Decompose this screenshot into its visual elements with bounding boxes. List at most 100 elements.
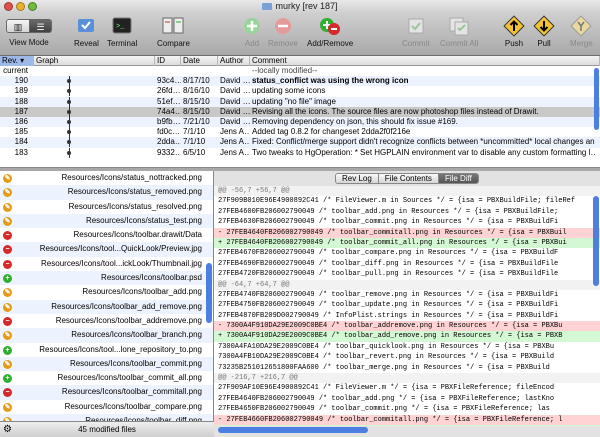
terminal-button[interactable]: >_ Terminal: [107, 15, 137, 48]
history-row[interactable]: 184 2dda… 7/1/10 Jens A… Fixed: Conflict/mer…: [0, 137, 600, 148]
modified-status-icon: ✎: [3, 302, 12, 312]
file-list-item[interactable]: ✎ Resources/Icons/status_test.png: [0, 213, 213, 229]
file-list-item[interactable]: ✎ Resources/Icons/toolbar_compare.png: [0, 400, 213, 414]
merge-button[interactable]: Merge: [570, 15, 593, 48]
history-rows: current --locally modified-- 190 93c4… 8/17/…: [0, 66, 600, 158]
file-path: Resources/Icons/toolbar_addremove.png: [55, 315, 202, 325]
history-row[interactable]: 183 9332… 6/5/10 Jens A… Two tweaks to HgOpe…: [0, 147, 600, 158]
history-rev: 183: [14, 147, 28, 157]
tab-file-contents[interactable]: File Contents: [377, 174, 438, 183]
compare-button[interactable]: Compare: [157, 15, 190, 48]
diff-scrollbar[interactable]: [593, 196, 599, 286]
tab-file-diff[interactable]: File Diff: [437, 174, 478, 183]
commit-all-button[interactable]: Commit All: [440, 15, 478, 48]
graph-line: [68, 127, 70, 138]
file-list-item[interactable]: ✎ Resources/Icons/toolbar_add_remove.png: [0, 299, 213, 314]
history-author: David …: [220, 116, 250, 126]
view-mode-segmented-control[interactable]: ▥ ☰: [6, 19, 52, 33]
columns-view-icon[interactable]: ▥: [7, 20, 29, 32]
pull-button[interactable]: Pull: [533, 15, 555, 48]
history-comment: Two tweaks to HgOperation: * Set HGPLAIN…: [252, 147, 595, 157]
file-list-item[interactable]: ✎ Resources/Icons/status_removed.png: [0, 185, 213, 200]
pull-icon: [533, 15, 555, 37]
history-row[interactable]: 185 fd0c… 7/1/10 Jens A… Added tag 0.8.2 for…: [0, 127, 600, 138]
zoom-window-button[interactable]: [28, 2, 37, 11]
file-list-item[interactable]: + Resources/Icons/tool...lone_repository_…: [0, 343, 213, 357]
diff-line: 27FEB4690FB206002790049 /* toolbar_diff.…: [214, 259, 600, 269]
push-button[interactable]: Push: [503, 15, 525, 48]
gear-icon[interactable]: ⚙: [3, 424, 12, 435]
history-col-rev[interactable]: Rev. ▾: [0, 56, 34, 66]
minimize-window-button[interactable]: [16, 2, 25, 11]
file-list-item[interactable]: − Resources/Icons/toolbar.drawit/Data: [0, 228, 213, 242]
close-window-button[interactable]: [4, 2, 13, 11]
diff-line-text: 27FEB4630FB206002790049 /* toolbar_commi…: [218, 218, 559, 227]
history-col-comment[interactable]: Comment: [250, 56, 600, 66]
history-row[interactable]: 187 74a4… 8/15/10 David … Revising all the i…: [0, 106, 600, 117]
file-list-item[interactable]: + Resources/Icons/toolbar.psd: [0, 271, 213, 286]
diff-line-text: @@ -56,7 +56,7 @@: [218, 187, 290, 195]
history-id: 93c4…: [157, 76, 181, 86]
file-list-item[interactable]: ✎ Resources/Icons/toolbar_commit.png: [0, 356, 213, 372]
diff-line: 27F909B010E96E4900892C41 /* FileViewer.m…: [214, 196, 600, 206]
file-list-item[interactable]: − Resources/Icons/tool...ickLook/Thumbnai…: [0, 257, 213, 271]
file-list-item[interactable]: − Resources/Icons/toolbar_commitall.png: [0, 385, 213, 400]
history-rev: 188: [14, 96, 28, 106]
file-list-item[interactable]: + Resources/Icons/toolbar_commit_all.png: [0, 371, 213, 385]
file-list-item[interactable]: − Resources/Icons/toolbar_addremove.png: [0, 314, 213, 328]
file-path: Resources/Icons/status_nottracked.png: [61, 173, 202, 182]
file-list-item[interactable]: ✎ Resources/Icons/toolbar_branch.png: [0, 328, 213, 343]
history-date: 7/21/10: [183, 116, 210, 126]
diff-line: 27FEB4750FB206002790049 /* toolbar_updat…: [214, 300, 600, 310]
files-footer: ⚙ 45 modified files: [0, 421, 214, 437]
history-col-id[interactable]: ID: [155, 56, 181, 66]
file-path: Resources/Icons/toolbar.psd: [101, 273, 202, 283]
modified-status-icon: ✎: [3, 402, 12, 412]
history-col-graph[interactable]: Graph: [34, 56, 155, 66]
file-list-item[interactable]: − Resources/Icons/tool...QuickLook/Previe…: [0, 242, 213, 257]
diff-line: 27FEB4870FB209D002790049 /* InfoPlist.st…: [214, 311, 600, 321]
reveal-label: Reveal: [74, 39, 99, 48]
history-date: 6/5/10: [183, 147, 206, 157]
diff-line: @@ -56,7 +56,7 @@: [214, 186, 600, 197]
history-col-date[interactable]: Date: [181, 56, 218, 66]
file-list-item[interactable]: ✎Resources/Icons/toolbar_diff.png: [0, 414, 213, 421]
diff-line-text: @@ -216,7 +216,7 @@: [218, 374, 298, 383]
title-bar: murky [rev 187]: [0, 0, 600, 13]
reveal-icon: [75, 15, 97, 37]
file-path: Resources/Icons/toolbar_commit.png: [69, 358, 202, 368]
history-row[interactable]: 188 51ef… 8/15/10 David … updating "no file"…: [0, 96, 600, 107]
diff-horizontal-scrollbar[interactable]: [218, 427, 368, 433]
reveal-button[interactable]: Reveal: [74, 15, 99, 48]
history-row[interactable]: 186 b9fb… 7/21/10 David … Removing dependenc…: [0, 116, 600, 128]
diff-line-text: 27F909B010E96E4900892C41 /* FileViewer.m…: [218, 197, 576, 206]
add-button[interactable]: Add: [241, 15, 263, 48]
diff-line-text: 7300A4FA10DA29E2009C0BE4 /* toolbar_quic…: [218, 342, 555, 351]
history-comment: --locally modified--: [252, 66, 318, 75]
add-label: Add: [244, 39, 260, 48]
svg-text:>_: >_: [116, 23, 125, 31]
diff-line: @@ -64,7 +64,7 @@: [214, 279, 600, 290]
remove-button[interactable]: Remove: [268, 15, 298, 48]
tab-rev-log[interactable]: Rev Log: [336, 174, 378, 183]
history-col-author[interactable]: Author: [218, 56, 250, 66]
file-list-item[interactable]: ✎ Resources/Icons/status_resolved.png: [0, 200, 213, 214]
add-remove-button[interactable]: Add/Remove: [307, 15, 353, 48]
file-list-item[interactable]: ✎ Resources/Icons/toolbar_add.png: [0, 285, 213, 299]
commit-button[interactable]: Commit: [402, 15, 430, 48]
list-view-icon[interactable]: ☰: [29, 20, 51, 32]
history-row[interactable]: 190 93c4… 8/17/10 David … status_conflict wa…: [0, 76, 600, 87]
diff-line-text: 27FEB4740FB206002790049 /* toolbar_remov…: [218, 290, 559, 299]
view-mode-button[interactable]: ▥ ☰ View Mode: [6, 15, 52, 47]
history-comment: Fixed: Conflict/merge support didn't rec…: [252, 137, 595, 147]
history-row[interactable]: current --locally modified--: [0, 66, 600, 76]
file-path: Resources/Icons/toolbar_branch.png: [71, 330, 202, 340]
history-row[interactable]: 189 26fd… 8/16/10 David … updating some icon…: [0, 86, 600, 97]
file-list-item[interactable]: ✎ Resources/Icons/status_nottracked.png: [0, 171, 213, 185]
history-rev: 184: [14, 137, 28, 147]
diff-line-text: 27FEB4670FB206002790049 /* toolbar_compa…: [218, 249, 559, 258]
files-scrollbar[interactable]: [206, 263, 212, 323]
history-author: David …: [220, 96, 250, 106]
diff-line: @@ -216,7 +216,7 @@: [214, 373, 600, 384]
history-scrollbar[interactable]: [594, 68, 599, 130]
